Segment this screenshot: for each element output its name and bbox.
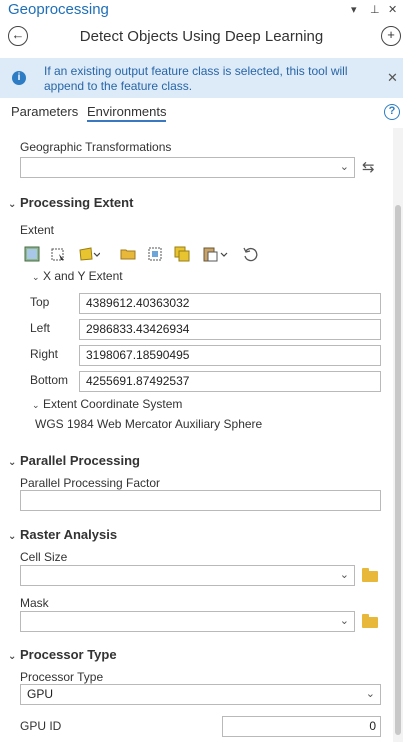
layer-extent-icon[interactable] <box>24 246 40 262</box>
add-icon[interactable]: + <box>381 26 401 46</box>
chevron-down-icon: ⌄ <box>8 199 17 210</box>
bottom-extent-input[interactable]: 4255691.87492537 <box>79 371 381 392</box>
section-processing-extent[interactable]: ⌄ Processing Extent <box>8 195 133 210</box>
chevron-down-icon: ⌄ <box>339 569 349 581</box>
chevron-down-icon: ⌄ <box>8 457 17 468</box>
xy-extent-title: X and Y Extent <box>43 269 123 283</box>
geo-transformations-select[interactable]: ⌄ <box>20 157 355 178</box>
pane-title: Geoprocessing <box>8 1 109 18</box>
mask-label: Mask <box>20 596 49 610</box>
section-raster-analysis[interactable]: ⌄ Raster Analysis <box>8 527 117 542</box>
chevron-down-icon: ⌄ <box>32 400 40 410</box>
section-title: Processing Extent <box>20 195 134 210</box>
chevron-down-icon: ⌄ <box>339 615 349 627</box>
tool-title-bar: ← Detect Objects Using Deep Learning + <box>0 22 403 52</box>
chevron-down-icon: ⌄ <box>339 161 349 173</box>
chevron-down-icon: ⌄ <box>8 531 17 542</box>
browse-extent-icon[interactable] <box>120 246 136 262</box>
top-label: Top <box>30 295 50 309</box>
extent-coordinate-system-value: WGS 1984 Web Mercator Auxiliary Sphere <box>35 417 263 431</box>
bottom-label: Bottom <box>30 373 69 387</box>
swap-transformations-icon[interactable]: ⇆ <box>362 158 375 176</box>
left-label: Left <box>30 321 51 335</box>
tool-title: Detect Objects Using Deep Learning <box>79 28 324 45</box>
processor-type-label: Processor Type <box>20 670 104 684</box>
reset-extent-icon[interactable] <box>242 246 258 262</box>
copy-extent-icon[interactable] <box>174 246 190 262</box>
extent-label: Extent <box>20 223 55 237</box>
parallel-factor-input[interactable] <box>20 490 381 511</box>
gpu-id-label: GPU ID <box>20 719 62 733</box>
cell-size-label: Cell Size <box>20 550 68 564</box>
section-processor-type[interactable]: ⌄ Processor Type <box>8 647 117 662</box>
tab-bar: Parameters Environments ? <box>0 102 403 124</box>
processor-type-value: GPU <box>27 687 54 701</box>
info-banner: i If an existing output feature class is… <box>0 58 403 98</box>
section-parallel-processing[interactable]: ⌄ Parallel Processing <box>8 453 140 468</box>
tab-parameters[interactable]: Parameters <box>11 104 78 119</box>
parallel-factor-label: Parallel Processing Factor <box>20 476 161 490</box>
chevron-down-icon: ⌄ <box>8 651 17 662</box>
draw-extent-icon[interactable] <box>50 246 66 262</box>
close-icon[interactable]: ✕ <box>387 70 398 86</box>
info-icon: i <box>12 71 26 85</box>
pin-icon[interactable]: ⊥ <box>370 3 380 16</box>
cell-size-select[interactable]: ⌄ <box>20 565 355 586</box>
processor-type-select[interactable]: GPU ⌄ <box>20 684 381 705</box>
right-label: Right <box>30 347 59 361</box>
xy-extent-header[interactable]: ⌄ X and Y Extent <box>32 269 123 283</box>
browse-cell-size-icon[interactable] <box>362 568 378 582</box>
gpu-id-input[interactable]: 0 <box>222 716 381 737</box>
pane-header: Geoprocessing ▾ ⊥ ✕ <box>0 0 403 22</box>
geo-transformations-label: Geographic Transformations <box>20 140 172 154</box>
paste-extent-icon[interactable] <box>202 246 230 262</box>
tab-environments[interactable]: Environments <box>87 104 167 122</box>
section-title: Raster Analysis <box>20 527 118 542</box>
chevron-down-icon: ⌄ <box>365 688 375 700</box>
section-title: Parallel Processing <box>20 453 140 468</box>
right-extent-input[interactable]: 3198067.18590495 <box>79 345 381 366</box>
polygon-extent-icon[interactable] <box>78 246 100 262</box>
top-extent-input[interactable]: 4389612.40363032 <box>79 293 381 314</box>
selection-extent-icon[interactable] <box>147 246 163 262</box>
info-message: If an existing output feature class is s… <box>44 64 348 93</box>
scrollbar-thumb[interactable] <box>395 205 401 735</box>
extent-coordinate-system-header[interactable]: ⌄ Extent Coordinate System <box>32 397 182 411</box>
left-extent-input[interactable]: 2986833.43426934 <box>79 319 381 340</box>
chevron-down-icon: ⌄ <box>32 272 40 282</box>
browse-mask-icon[interactable] <box>362 614 378 628</box>
help-icon[interactable]: ? <box>384 104 400 120</box>
close-pane-icon[interactable]: ✕ <box>388 3 397 16</box>
ecs-title: Extent Coordinate System <box>43 397 183 411</box>
mask-select[interactable]: ⌄ <box>20 611 355 632</box>
pane-options-icon[interactable]: ▾ <box>351 3 357 16</box>
section-title: Processor Type <box>20 647 117 662</box>
